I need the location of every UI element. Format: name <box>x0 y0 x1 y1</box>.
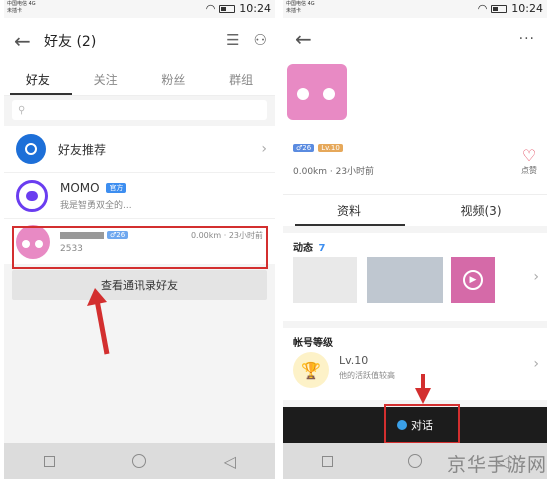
tab-friends[interactable]: 好友 <box>4 71 72 88</box>
age-badge: ♂26 <box>293 144 315 152</box>
view-contacts-button[interactable]: 查看通讯录好友 <box>12 270 267 300</box>
feed-thumb-2[interactable] <box>367 257 443 303</box>
recommend-avatar-icon <box>16 134 46 164</box>
back-arrow-icon[interactable]: ← <box>14 29 44 53</box>
status-bar: 中国电信 4G 未插卡 ◠ 10:24 <box>4 0 275 18</box>
feed-count: 7 <box>318 243 326 254</box>
official-badge: 官方 <box>106 183 127 193</box>
friends-tabs: 好友 关注 粉丝 群组 <box>4 64 275 96</box>
wifi-icon: ◠ <box>477 2 488 15</box>
status-time: 10:24 <box>511 2 543 15</box>
tab-fans[interactable]: 粉丝 <box>140 71 208 88</box>
wifi-icon: ◠ <box>205 2 216 15</box>
right-screen: 中国电信 4G 未插卡 ◠ 10:24 ← ··· ♂26 Lv.10 0.00… <box>283 0 547 479</box>
list-item-momo[interactable]: MOMO 官方 我是智勇双全的... <box>4 172 275 218</box>
home-button[interactable] <box>131 453 147 469</box>
android-nav-bar: ◁ <box>4 443 275 479</box>
search-bar: ⚲ <box>4 96 275 124</box>
left-screen: 中国电信 4G 未插卡 ◠ 10:24 ← 好友 (2) ☰ ⚇ 好友 关注 粉… <box>4 0 275 479</box>
tab-indicator <box>10 93 72 95</box>
feed-title: 动态 <box>293 243 313 254</box>
profile-header: ← ··· <box>283 18 547 60</box>
profile-meta: 0.00km · 23小时前 <box>293 167 375 177</box>
tab-indicator <box>295 224 405 226</box>
back-button[interactable]: ◁ <box>222 452 238 471</box>
search-input[interactable]: ⚲ <box>12 100 267 120</box>
like-label: 点赞 <box>521 166 537 175</box>
momo-name: MOMO <box>60 180 100 195</box>
heart-icon: ♡ <box>521 146 537 165</box>
back-arrow-icon[interactable]: ← <box>295 27 312 51</box>
add-friend-icon[interactable]: ⚇ <box>254 31 267 49</box>
account-level-title: 帐号等级 <box>293 338 333 349</box>
momo-avatar-icon <box>16 179 48 212</box>
more-options-icon[interactable]: ··· <box>519 31 535 47</box>
home-button[interactable] <box>407 453 423 469</box>
highlight-box-friend <box>12 226 268 269</box>
carrier-label: 中国电信 4G 未插卡 <box>7 1 36 14</box>
tab-videos[interactable]: 视频(3) <box>415 202 547 219</box>
feed-section[interactable]: 动态 7 ▶ › <box>283 233 547 321</box>
search-icon: ⚲ <box>18 104 26 116</box>
level-badge: Lv.10 <box>318 144 343 152</box>
chevron-right-icon: › <box>533 356 539 372</box>
list-item-recommend[interactable]: 好友推荐 › <box>4 126 275 172</box>
profile-card: ♂26 Lv.10 0.00km · 23小时前 ♡ 点赞 <box>283 60 547 194</box>
profile-photo[interactable] <box>287 64 347 120</box>
page-title: 好友 (2) <box>44 34 97 50</box>
chevron-right-icon: › <box>261 141 267 157</box>
status-bar: 中国电信 4G 未插卡 ◠ 10:24 <box>283 0 547 18</box>
profile-tabs: 资料 视频(3) <box>283 194 547 226</box>
carrier-label: 中国电信 4G 未插卡 <box>286 1 315 14</box>
level-subtitle: 他的活跃值较高 <box>339 371 395 380</box>
red-arrow-icon <box>87 288 110 355</box>
sort-icon[interactable]: ☰ <box>226 31 239 49</box>
feed-thumb-1[interactable] <box>293 257 357 303</box>
tab-following[interactable]: 关注 <box>72 71 140 88</box>
tab-info[interactable]: 资料 <box>283 202 415 219</box>
highlight-box-chat <box>384 404 460 444</box>
feed-thumb-video[interactable]: ▶ <box>451 257 495 303</box>
like-button[interactable]: ♡ 点赞 <box>521 146 537 176</box>
level-value: Lv.10 <box>339 354 369 367</box>
chevron-right-icon: › <box>533 269 539 285</box>
battery-icon <box>219 4 236 13</box>
tab-groups[interactable]: 群组 <box>207 71 275 88</box>
friends-header: ← 好友 (2) ☰ ⚇ <box>4 18 275 64</box>
play-icon: ▶ <box>463 270 483 290</box>
recommend-label: 好友推荐 <box>58 142 107 157</box>
battery-icon <box>491 4 508 13</box>
momo-subtitle: 我是智勇双全的... <box>60 200 132 211</box>
recent-apps-button[interactable] <box>41 453 57 469</box>
watermark: 京华手游网 <box>446 454 547 476</box>
status-icons: ◠ 10:24 <box>206 2 271 15</box>
red-arrow-down-icon <box>415 374 431 404</box>
trophy-icon: 🏆 <box>293 352 329 388</box>
status-time: 10:24 <box>239 2 271 15</box>
status-icons: ◠ 10:24 <box>478 2 543 15</box>
recent-apps-button[interactable] <box>319 453 335 469</box>
